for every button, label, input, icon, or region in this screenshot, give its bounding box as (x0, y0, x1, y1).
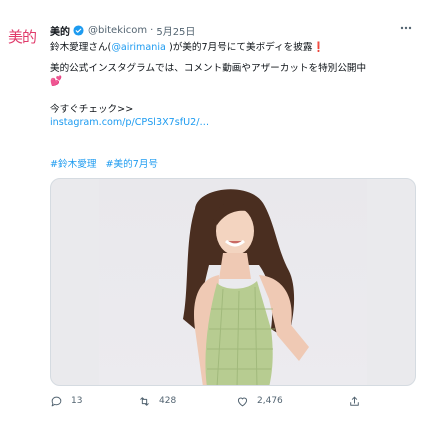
mention-link[interactable]: @airimania (111, 42, 166, 53)
share-icon (350, 396, 359, 406)
tweet-line-2: 美的公式インスタグラムでは、コメント動画やアザーカットを特別公開中 (50, 62, 367, 74)
reply-button[interactable]: 13 (50, 395, 138, 408)
tweet-text: 鈴木愛理さん(@airimania )が美的7月号にて美ボディを披露❗ 美的公式… (50, 41, 416, 130)
tweet-header: 美的 @bitekicom · 5月25日 (50, 22, 416, 38)
hashtag-link[interactable]: #鈴木愛理 (50, 159, 96, 170)
photo-illustration (183, 189, 309, 385)
hearts-emoji: 💕 (50, 76, 62, 87)
tweet-text-segment: )が美的7月号にて美ボディを披露 (165, 42, 313, 53)
share-button[interactable] (348, 395, 369, 408)
reply-icon (51, 396, 62, 406)
exclamation-emoji: ❗ (312, 42, 325, 53)
like-button[interactable]: 2,476 (236, 395, 348, 408)
tweet-media[interactable] (50, 178, 416, 386)
photo[interactable] (99, 179, 367, 385)
reply-count: 13 (71, 396, 83, 406)
more-icon[interactable] (398, 20, 414, 36)
tweet-text-segment: 鈴木愛理さん( (50, 42, 112, 53)
retweet-icon (140, 396, 149, 406)
verified-badge-icon (73, 24, 84, 36)
separator: · (150, 24, 154, 36)
tweet-line-3: 今すぐチェック>> (50, 103, 134, 115)
tweet-line-1: 鈴木愛理さん(@airimania )が美的7月号にて美ボディを披露❗ (50, 41, 416, 55)
like-icon (237, 397, 248, 406)
account-name[interactable]: 美的 (50, 23, 70, 38)
account-handle[interactable]: @bitekicom (88, 25, 147, 36)
retweet-button[interactable]: 428 (138, 395, 236, 408)
instagram-link[interactable]: instagram.com/p/CPSl3X7sfU2/… (50, 116, 416, 130)
hashtags: #鈴木愛理 #美的7月号 (50, 156, 164, 170)
hashtag-link[interactable]: #美的7月号 (105, 159, 158, 170)
tweet-date[interactable]: 5月25日 (156, 23, 195, 38)
like-count: 2,476 (257, 396, 283, 406)
retweet-count: 428 (159, 396, 177, 406)
tweet-actions: 13 428 2,476 (50, 392, 380, 410)
avatar[interactable]: 美的 (8, 26, 42, 48)
